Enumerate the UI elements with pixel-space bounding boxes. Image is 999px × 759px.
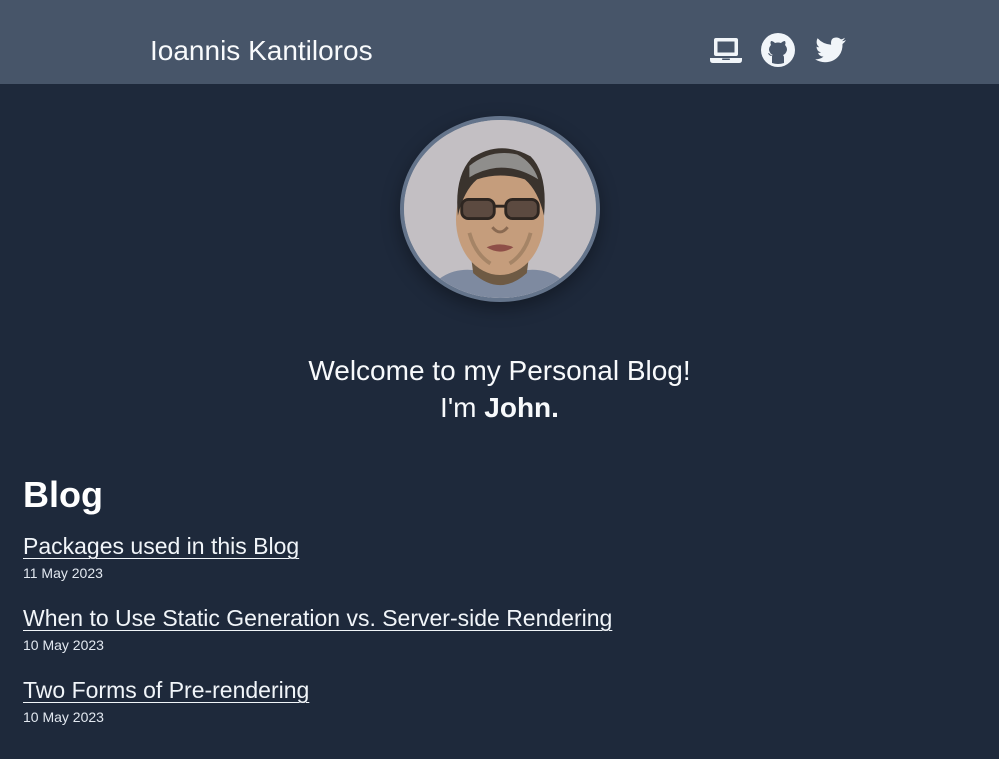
welcome-line: Welcome to my Personal Blog! <box>308 355 691 386</box>
welcome-message: Welcome to my Personal Blog! I'm John. <box>0 352 999 426</box>
social-links <box>708 32 848 68</box>
portfolio-link[interactable] <box>708 32 744 68</box>
github-icon <box>761 33 795 67</box>
portrait-image <box>404 120 596 298</box>
blog-post-item: When to Use Static Generation vs. Server… <box>23 603 612 654</box>
post-date: 11 May 2023 <box>23 565 103 581</box>
twitter-link[interactable] <box>812 32 848 68</box>
blog-heading: Blog <box>23 474 103 515</box>
blog-post-item: Two Forms of Pre-rendering 10 May 2023 <box>23 675 309 726</box>
post-date: 10 May 2023 <box>23 709 104 725</box>
profile-avatar <box>400 116 600 302</box>
twitter-icon <box>815 37 846 63</box>
site-title-link[interactable]: Ioannis Kantiloros <box>150 33 373 69</box>
github-link[interactable] <box>760 32 796 68</box>
laptop-icon <box>710 38 742 63</box>
post-title-link[interactable]: Packages used in this Blog <box>23 531 299 561</box>
top-navigation-bar: Ioannis Kantiloros <box>0 0 999 84</box>
post-title-link[interactable]: When to Use Static Generation vs. Server… <box>23 603 612 633</box>
post-date: 10 May 2023 <box>23 637 104 653</box>
intro-prefix: I'm <box>440 392 485 423</box>
blog-post-item: Packages used in this Blog 11 May 2023 <box>23 531 299 582</box>
intro-line: I'm John. <box>0 389 999 426</box>
author-name: John. <box>484 392 559 423</box>
post-title-link[interactable]: Two Forms of Pre-rendering <box>23 675 309 705</box>
